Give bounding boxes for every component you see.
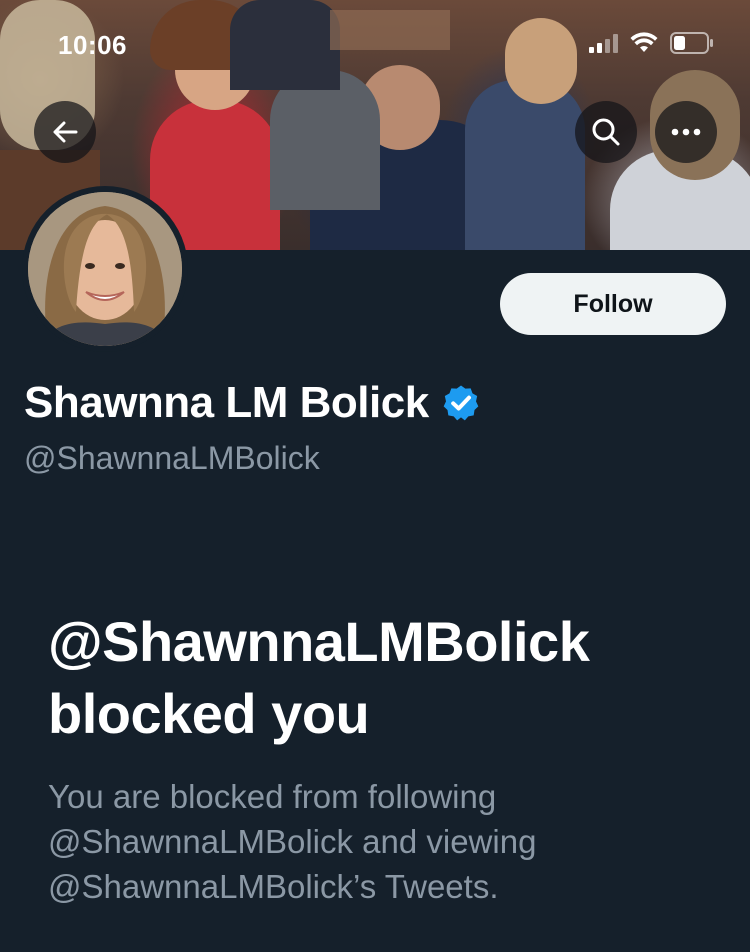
profile-handle: @ShawnnaLMBolick <box>24 440 320 476</box>
more-horizontal-icon <box>671 128 701 136</box>
blocked-description: You are blocked from following @ShawnnaL… <box>48 774 688 909</box>
status-bar: 10:06 <box>0 0 750 90</box>
wifi-icon <box>630 32 658 52</box>
arrow-left-icon <box>53 121 78 143</box>
blocked-title: @ShawnnaLMBolick blocked you <box>48 606 728 750</box>
avatar-image <box>28 192 182 346</box>
signal-icon <box>589 33 618 53</box>
search-icon <box>592 118 620 146</box>
battery-icon <box>670 32 713 54</box>
status-icons <box>589 32 714 54</box>
blocked-title-line1: @ShawnnaLMBolick <box>48 610 590 673</box>
verified-badge-icon[interactable] <box>441 383 481 423</box>
blocked-desc-line2: @ShawnnaLMBolick and viewing <box>48 823 537 860</box>
search-button[interactable] <box>575 101 637 163</box>
display-name-row: Shawnna LM Bolick <box>24 378 481 428</box>
blocked-desc-line1: You are blocked from following <box>48 778 497 815</box>
profile-screen: 10:06 Follow Shawnna LM Bolick @ShawnnaL… <box>0 0 750 952</box>
more-options-button[interactable] <box>655 101 717 163</box>
follow-button[interactable]: Follow <box>500 273 726 335</box>
avatar[interactable] <box>22 186 188 352</box>
blocked-title-line2: blocked you <box>48 682 370 745</box>
display-name: Shawnna LM Bolick <box>24 378 429 427</box>
status-time: 10:06 <box>58 30 127 60</box>
blocked-desc-line3: @ShawnnaLMBolick’s Tweets. <box>48 868 499 905</box>
back-button[interactable] <box>34 101 96 163</box>
